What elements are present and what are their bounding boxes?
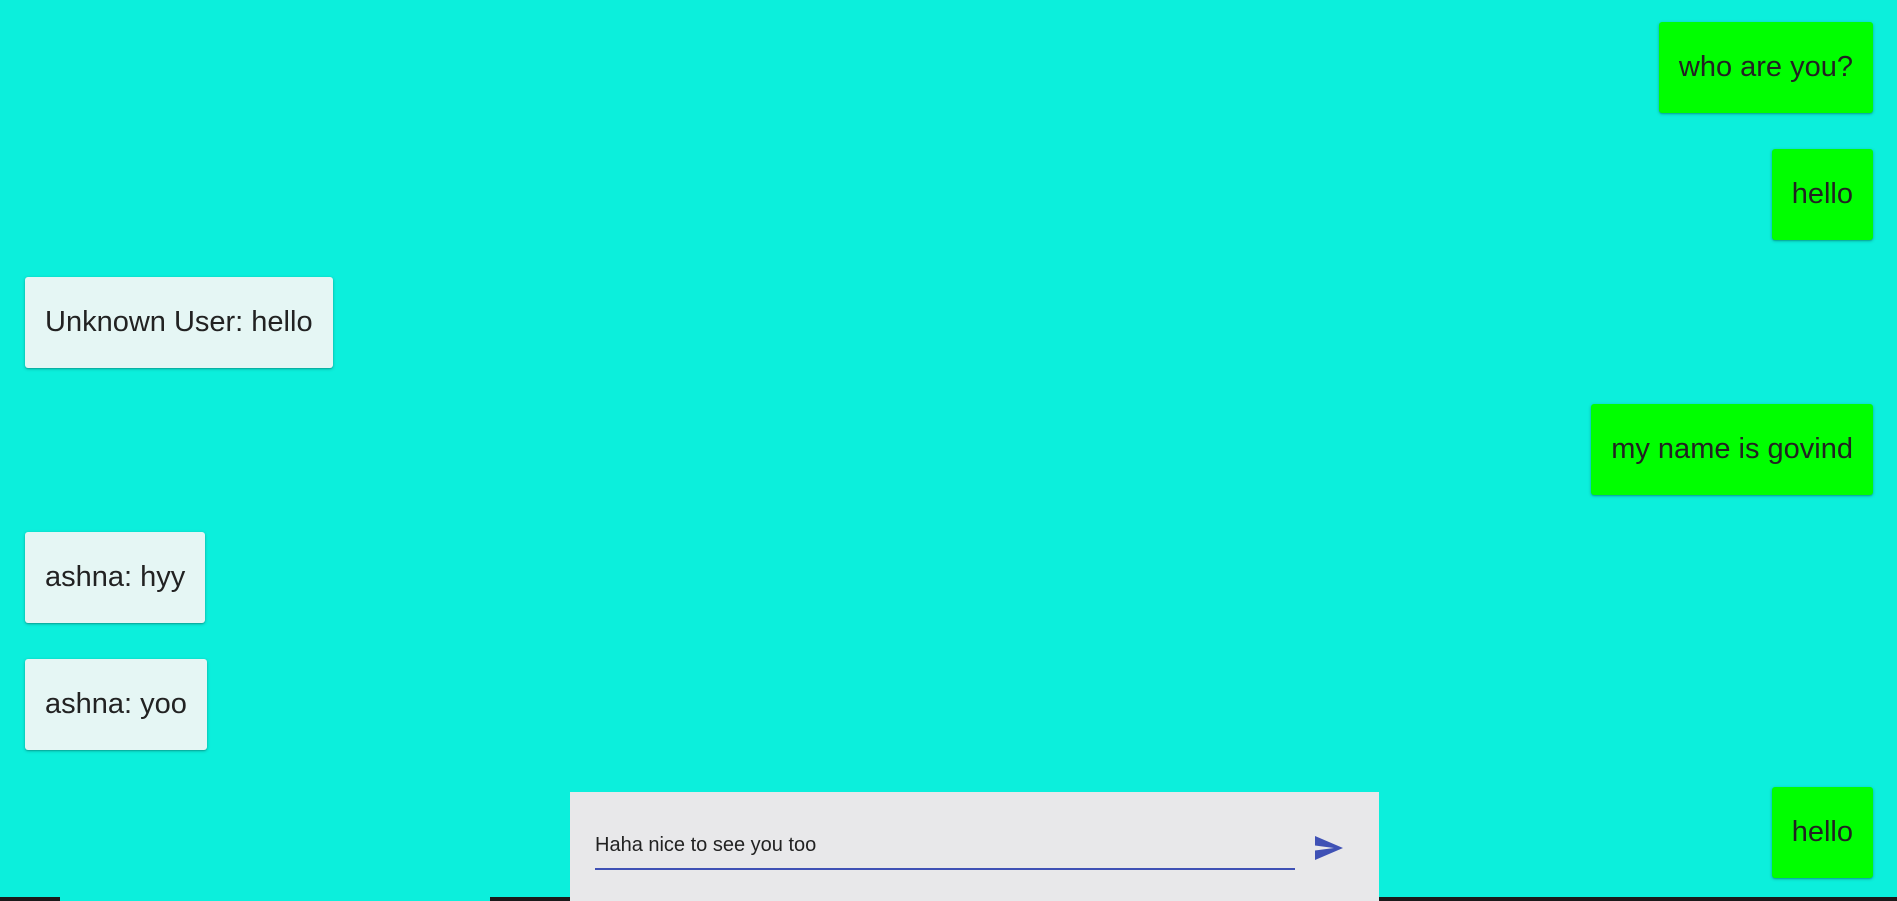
sent-message: hello xyxy=(1771,787,1873,878)
sent-message: hello xyxy=(1771,149,1873,240)
message-text: my name is govind xyxy=(1611,433,1853,465)
page-edge-strip xyxy=(0,897,60,901)
message-text: ashna: hyy xyxy=(45,561,186,593)
received-message: ashna: hyy xyxy=(25,532,206,623)
message-composer xyxy=(570,792,1379,901)
message-text: who are you? xyxy=(1678,51,1853,83)
message-text: hello xyxy=(1791,816,1853,848)
received-message: ashna: yoo xyxy=(25,659,207,750)
page-edge-strip xyxy=(490,897,570,901)
send-icon xyxy=(1315,836,1343,860)
send-button[interactable] xyxy=(1307,826,1351,870)
message-input[interactable] xyxy=(595,822,1295,868)
message-input-wrapper xyxy=(595,822,1295,870)
chat-messages: who are you? hello Unknown User: hello m… xyxy=(0,0,1897,901)
sent-message: who are you? xyxy=(1658,22,1873,113)
message-text: ashna: yoo xyxy=(45,688,187,720)
message-text: hello xyxy=(1791,178,1853,210)
page-edge-strip xyxy=(1379,897,1897,901)
message-text: Unknown User: hello xyxy=(45,306,313,338)
received-message: Unknown User: hello xyxy=(25,277,333,368)
sent-message: my name is govind xyxy=(1591,404,1873,495)
